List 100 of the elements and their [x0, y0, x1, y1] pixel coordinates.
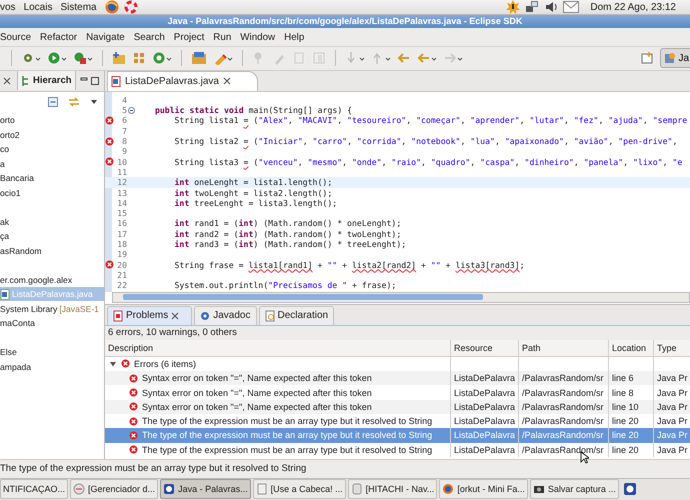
task-label: [HITACHI - Nav... — [366, 484, 434, 494]
panel-tab[interactable]: Javadoc — [194, 306, 256, 325]
code-text: String lista3 = ("venceu", "mesmo", "onde", "raio", "quadro", "caspa", "dinheiro", "panela", "lixo", "e — [174, 156, 682, 167]
taskbar-button[interactable]: [orkut - Mini Fa... — [439, 479, 528, 500]
tree-item[interactable]: ça — [0, 228, 104, 244]
line-number: 4 — [121, 94, 127, 106]
menu-item[interactable]: Window — [240, 32, 276, 43]
task-label: [Gerenciador d... — [88, 484, 156, 494]
taskbar-button[interactable]: Salvar captura ... — [530, 479, 619, 500]
menu-item[interactable]: Project — [174, 32, 204, 43]
column-header[interactable]: Location — [609, 340, 654, 356]
menu-item[interactable]: Search — [134, 32, 165, 43]
taskbar-button[interactable]: [Gerenciador d... — [70, 479, 158, 500]
table-cell: line 20 — [612, 416, 639, 426]
task-label: [orkut - Mini Fa... — [457, 484, 525, 494]
line-number: 5 — [121, 105, 127, 116]
tab-label: ListaDePalavras.java — [125, 76, 219, 87]
tree-item[interactable]: Bancaria — [0, 170, 104, 186]
tree-item[interactable]: a — [0, 156, 104, 171]
hierarchy-tab[interactable]: Hierarch — [17, 71, 76, 90]
menu-item[interactable]: Source — [0, 32, 32, 43]
taskbar-button[interactable]: NTIFICAÇAO... — [0, 479, 68, 500]
table-cell: /PalavrasRandom/sr — [522, 388, 604, 398]
table-cell: Java Pr — [657, 402, 688, 412]
code-text: int twoLenght = lista2.length(); — [174, 188, 332, 198]
panel-menu[interactable]: Locais — [24, 2, 52, 13]
line-number: 9 — [121, 146, 127, 157]
tree-item[interactable]: ocio1 — [0, 185, 104, 200]
editor-tab[interactable]: ListaDePalavras.java — [107, 70, 258, 91]
library-version: [JavaSE-1 — [59, 304, 99, 314]
panel-tab[interactable]: Problems — [107, 306, 192, 325]
table-cell: line 8 — [612, 388, 634, 398]
code-text: String frase = lista1[rand1] + "" + lista2[rand2] + "" + lista3[rand3]; — [174, 260, 525, 270]
group-label[interactable]: Errors (6 items) — [134, 358, 196, 369]
line-number: 16 — [116, 218, 127, 229]
table-cell: ListaDePalavra — [454, 388, 516, 398]
tree-label: orto — [0, 115, 15, 126]
tree-item[interactable]: co — [0, 142, 104, 156]
tree-item[interactable]: ampada — [0, 359, 104, 374]
tree-item[interactable]: ak — [0, 214, 104, 229]
line-number: 7 — [121, 126, 127, 136]
panel-menu[interactable]: Sistema — [60, 2, 97, 13]
task-label: NTIFICAÇAO... — [3, 484, 66, 494]
line-number: 6 — [121, 115, 127, 126]
code-text: public static void main(String[] args) { — [154, 105, 352, 116]
menu-item[interactable]: Help — [284, 32, 304, 43]
line-number: 18 — [116, 239, 127, 250]
table-cell: ListaDePalavra — [454, 373, 516, 384]
problem-description: Syntax error on token "=", Name expected after this token — [142, 388, 372, 398]
tree-label: maConta — [0, 318, 35, 328]
menu-item[interactable]: Refactor — [40, 32, 78, 43]
line-number: 21 — [116, 270, 127, 280]
problems-summary: 6 errors, 10 warnings, 0 others — [105, 326, 690, 340]
perspective-button[interactable]: Ja — [660, 48, 690, 68]
tree-item[interactable]: Else — [0, 344, 104, 360]
menu-item[interactable]: Run — [213, 32, 232, 43]
panel-tab[interactable]: Declaration — [258, 306, 334, 325]
tree-item[interactable]: orto — [0, 112, 104, 128]
tree-item[interactable]: maConta — [0, 316, 104, 330]
tree-label: ListaDePalavras.java — [12, 289, 93, 300]
tree-label: orto2 — [0, 130, 20, 140]
clock[interactable]: Dom 22 Ago, 23:12 — [590, 2, 676, 13]
tree-label: er.com.google.alex — [0, 274, 72, 285]
column-header[interactable]: Description — [105, 340, 451, 356]
table-cell: ListaDePalavra — [454, 430, 516, 440]
tree-label: ak — [0, 216, 10, 227]
menu-item[interactable]: Navigate — [86, 32, 125, 43]
tree-item[interactable]: er.com.google.alex — [0, 272, 104, 287]
line-number: 14 — [116, 198, 127, 208]
tab-label: Problems — [126, 310, 168, 322]
table-cell: Java Pr — [657, 373, 688, 384]
line-number: 19 — [116, 249, 127, 260]
problem-description: The type of the expression must be an array type but it resolved to String — [142, 430, 432, 440]
table-cell: /PalavrasRandom/sr — [522, 416, 604, 426]
table-cell: /PalavrasRandom/sr — [522, 430, 604, 440]
tab-label: Javadoc — [213, 310, 250, 322]
column-header[interactable]: Resource — [451, 340, 519, 356]
task-label: [Use a Cabeca! ... — [270, 484, 343, 494]
tree-label: co — [0, 144, 10, 154]
problem-description: Syntax error on token "=", Name expected after this token — [142, 402, 372, 412]
column-header[interactable]: Path — [519, 340, 609, 356]
table-cell: line 20 — [612, 430, 639, 440]
column-header[interactable]: Type — [654, 340, 690, 356]
table-cell: Java Pr — [657, 444, 688, 455]
panel-menu[interactable]: vos — [0, 2, 16, 13]
tree-item[interactable]: orto2 — [0, 127, 104, 142]
tree-item[interactable]: System Library [JavaSE-1 — [0, 301, 104, 316]
code-text: String lista1 = ("Alex", "MACAVI", "tesoureiro", "começar", "aprender", "lutar", "fez", "ajuda", "sempre — [174, 115, 688, 126]
code-text: int treeLenght = lista3.length(); — [174, 198, 338, 208]
taskbar-button[interactable]: [HITACHI - Nav... — [348, 479, 438, 500]
tree-item[interactable]: asRandom — [0, 243, 104, 258]
table-cell: Java Pr — [657, 416, 688, 426]
line-number: 12 — [116, 177, 127, 188]
taskbar-button[interactable]: Java - Palavras... — [160, 479, 251, 500]
tree-label: System Library — [0, 304, 58, 314]
code-text: String lista2 = ("Iniciar", "carro", "corrida", "notebook", "lua", "apaixonado", "avião", "pen-drive", — [174, 136, 678, 146]
table-cell: line 20 — [612, 444, 639, 455]
taskbar-button[interactable]: [Use a Cabeca! ... — [252, 479, 346, 500]
tree-label: asRandom — [0, 246, 42, 256]
code-text: int rand1 = (int) (Math.random() * oneLenght); — [174, 218, 402, 229]
